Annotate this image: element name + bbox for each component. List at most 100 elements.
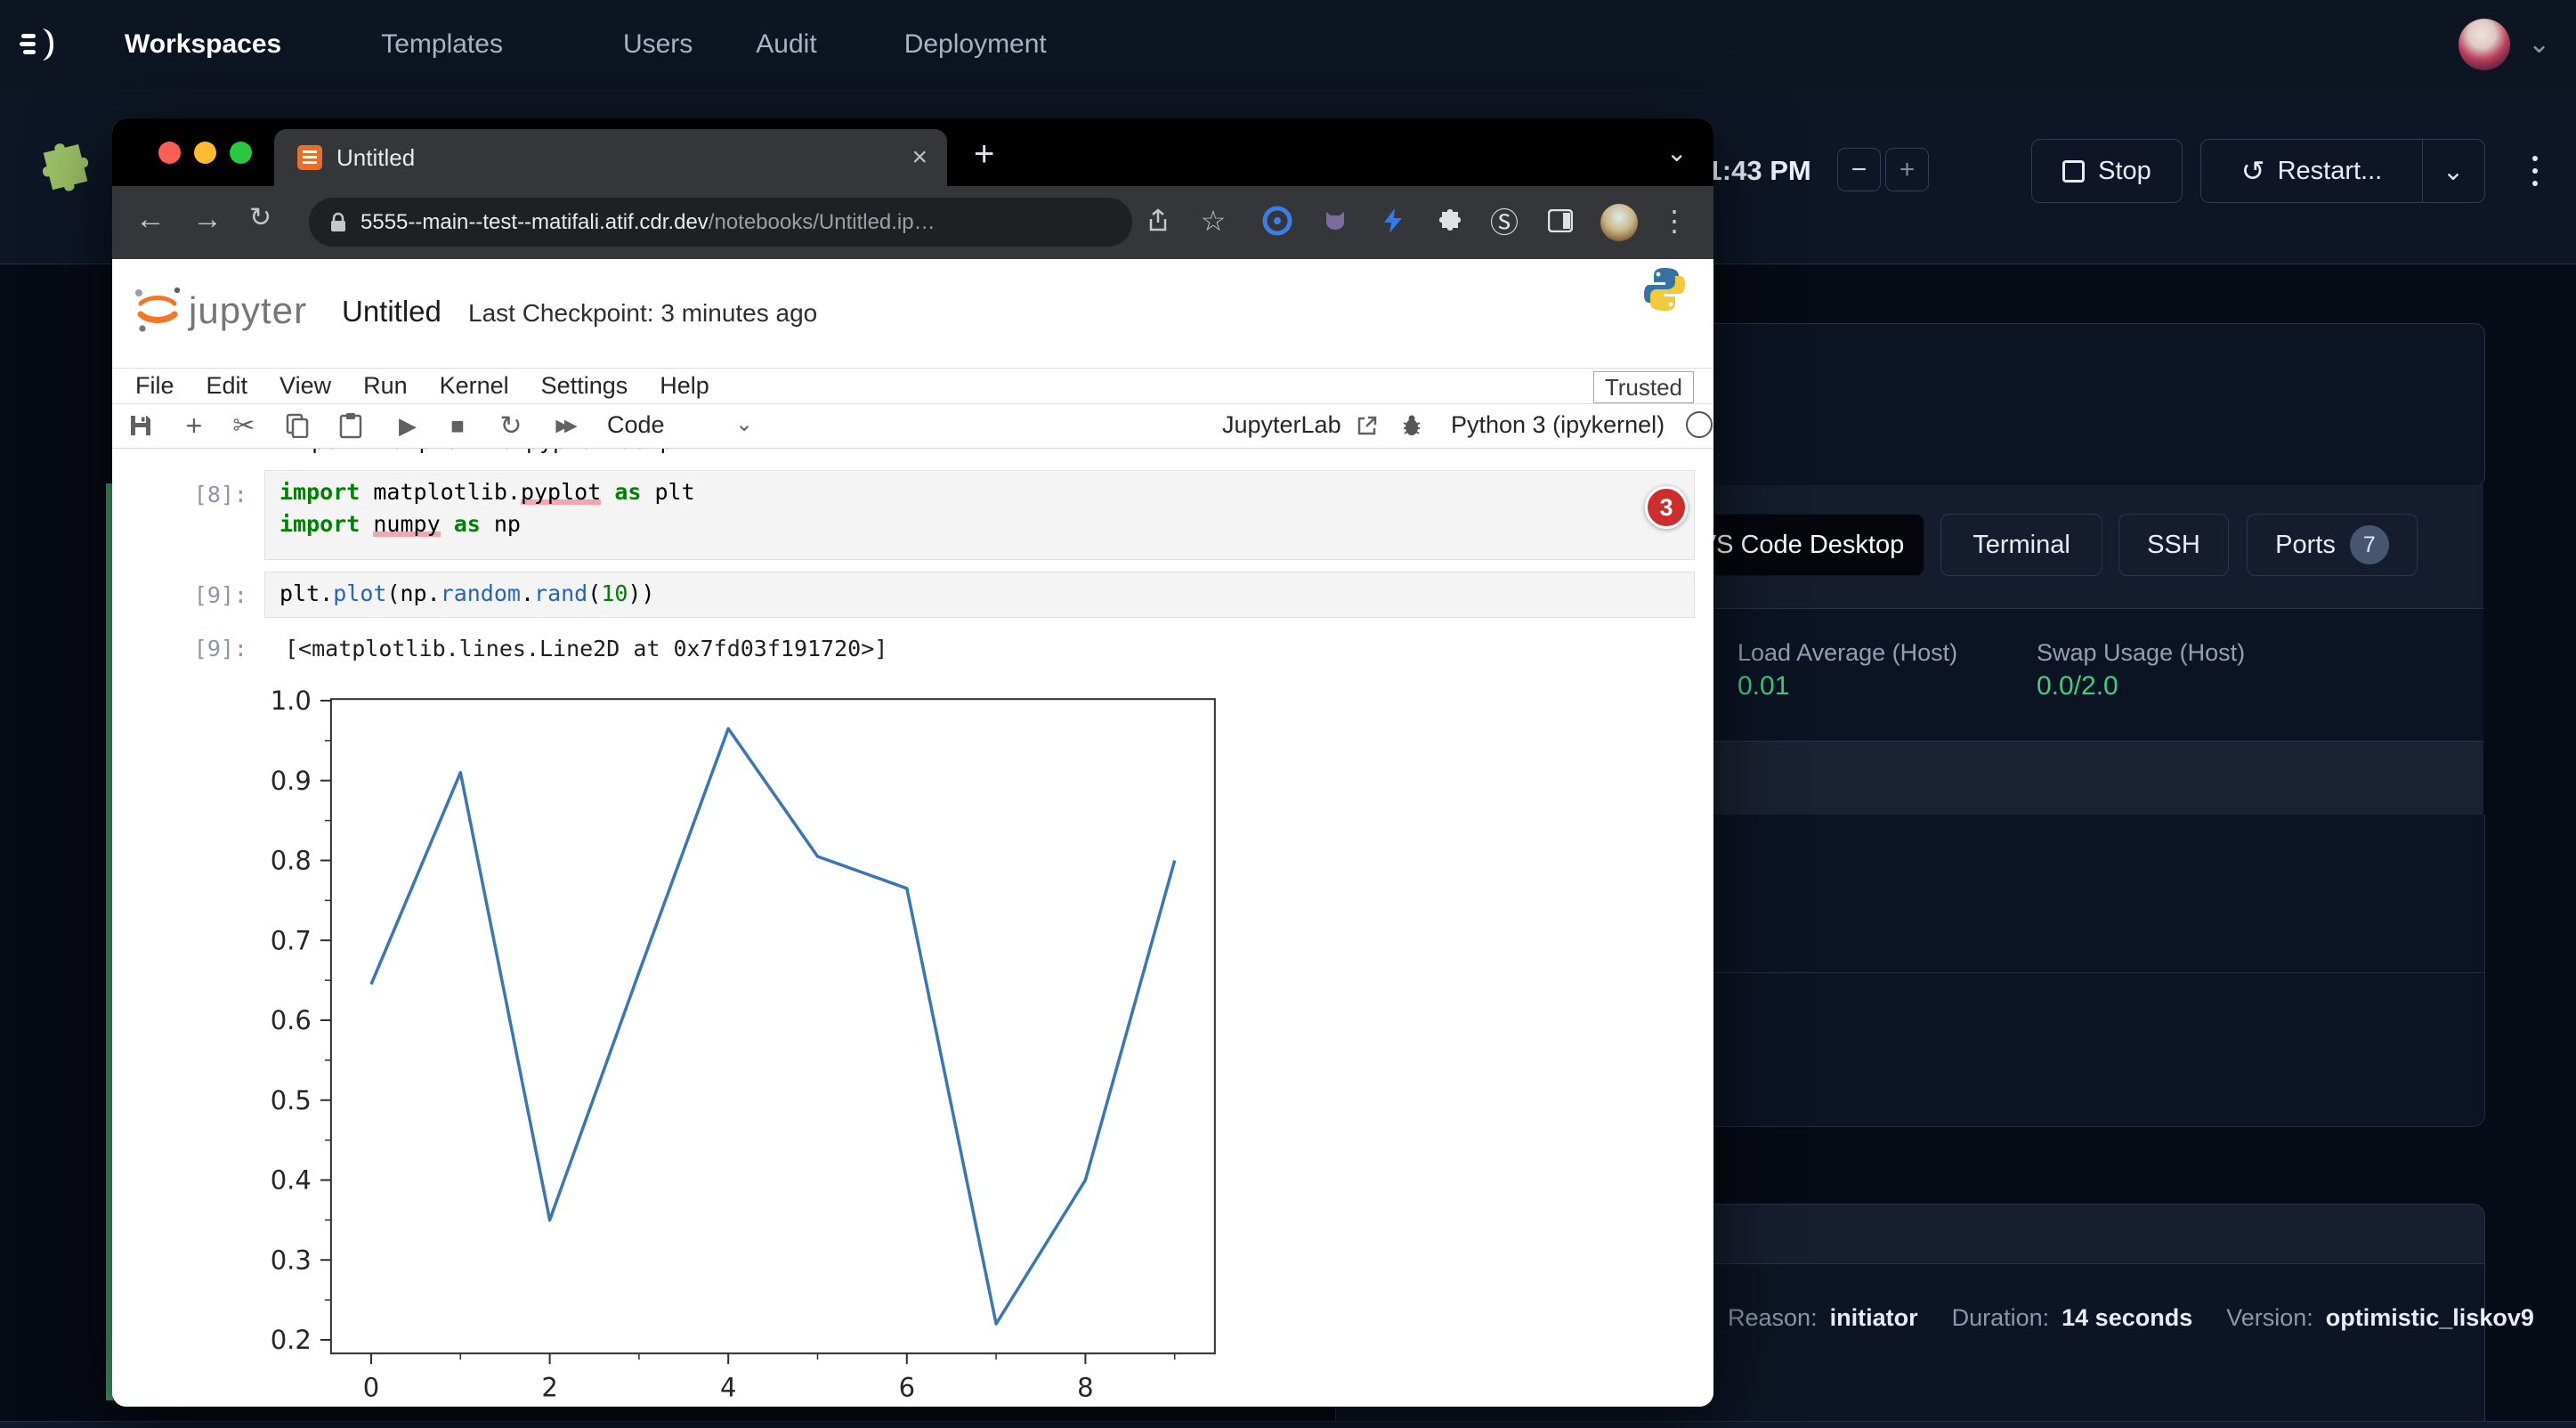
build-version: optimistic_liskov9	[2326, 1304, 2534, 1332]
restart-run-all-button[interactable]: ▶▶	[547, 408, 582, 443]
jupyter-toolbar: + ✂ ▶ ■ ↻ ▶▶ Code ⌄ JupyterLab	[112, 404, 1713, 449]
notebook-area: import matplotlib.pyplot as plt [8]: imp…	[112, 449, 1713, 1407]
clipped-code-line: import matplotlib.pyplot as plt	[285, 449, 701, 458]
share-icon[interactable]	[1141, 204, 1175, 238]
menu-help[interactable]: Help	[660, 372, 709, 400]
session-extension-icon[interactable]: Ⓢ	[1487, 204, 1521, 238]
app-button-vs-code-desktop[interactable]: VS Code Desktop	[1679, 514, 1924, 576]
svg-text:2: 2	[541, 1372, 557, 1402]
matplotlib-figure: 0.20.30.40.50.60.70.80.91.002468	[260, 685, 1248, 1407]
nav-item-templates[interactable]: Templates	[381, 29, 503, 60]
close-tab-icon[interactable]: ×	[911, 142, 928, 173]
interrupt-kernel-button[interactable]: ■	[440, 408, 475, 443]
svg-text:0.4: 0.4	[271, 1165, 312, 1196]
cut-cells-button[interactable]: ✂	[226, 408, 262, 443]
debugger-bug-icon[interactable]	[1394, 408, 1430, 443]
menu-kernel[interactable]: Kernel	[440, 372, 509, 400]
nav-item-audit[interactable]: Audit	[756, 29, 816, 60]
paste-cells-button[interactable]	[333, 408, 369, 443]
minimize-window-button[interactable]	[194, 142, 216, 164]
jupyter-notebook-page: jupyter Untitled Last Checkpoint: 3 minu…	[112, 259, 1713, 1407]
reload-button[interactable]: ↻	[249, 202, 271, 233]
jupyter-menubar: File Edit View Run Kernel Settings Help	[112, 368, 1713, 404]
nav-item-deployment[interactable]: Deployment	[904, 29, 1047, 60]
restart-kernel-button[interactable]: ↻	[493, 408, 529, 443]
onepassword-extension-icon[interactable]	[1260, 204, 1294, 238]
copy-cells-button[interactable]	[279, 408, 315, 443]
restart-dropdown-button[interactable]: ⌄	[2422, 140, 2484, 202]
cell-type-chevron-icon[interactable]: ⌄	[735, 411, 753, 437]
notebook-title[interactable]: Untitled	[342, 295, 441, 329]
notification-badge[interactable]: 3	[1645, 486, 1688, 529]
svg-text:0.6: 0.6	[271, 1005, 312, 1035]
maximize-window-button[interactable]	[230, 142, 252, 164]
svg-text:1.0: 1.0	[271, 686, 312, 716]
code-cell-8[interactable]: import matplotlib.pyplot as plt import n…	[264, 470, 1695, 560]
address-bar[interactable]: 5555--main--test--matifali.atif.cdr.dev/…	[309, 198, 1132, 247]
tab-title: Untitled	[336, 144, 415, 172]
jupyter-brand: jupyter	[189, 289, 307, 332]
checkpoint-status: Last Checkpoint: 3 minutes ago	[468, 299, 817, 328]
zoom-out-button[interactable]: −	[1837, 148, 1881, 191]
stat-value: 0.01	[1738, 671, 1789, 702]
menu-run[interactable]: Run	[363, 372, 408, 400]
user-avatar[interactable]	[2459, 19, 2510, 70]
trusted-button[interactable]: Trusted	[1593, 371, 1694, 403]
coder-logo-icon[interactable]	[18, 23, 61, 66]
back-button[interactable]: ←	[135, 202, 166, 237]
restart-icon: ↺	[2241, 154, 2265, 188]
menu-settings[interactable]: Settings	[541, 372, 628, 400]
app-button-ssh[interactable]: SSH	[2118, 514, 2229, 576]
notebook-favicon	[297, 145, 322, 170]
code-cell-9[interactable]: plt.plot(np.random.rand(10))	[264, 572, 1695, 618]
app-button-ports[interactable]: Ports7	[2247, 514, 2418, 576]
zoom-in-button[interactable]: +	[1885, 148, 1929, 191]
cat-extension-icon[interactable]	[1318, 204, 1352, 238]
side-panel-icon[interactable]	[1543, 204, 1577, 238]
cell-prompt: [9]:	[148, 580, 247, 612]
jupyter-header: jupyter Untitled Last Checkpoint: 3 minu…	[112, 259, 1713, 369]
browser-profile-avatar[interactable]	[1600, 204, 1638, 241]
stop-icon	[2062, 160, 2085, 183]
cell-prompt: [8]:	[148, 479, 247, 511]
app-button-terminal[interactable]: Terminal	[1940, 514, 2102, 576]
output-text: [<matplotlib.lines.Line2D at 0x7fd03f191…	[285, 633, 887, 665]
browser-tab[interactable]: Untitled ×	[274, 129, 947, 186]
bookmark-star-icon[interactable]: ☆	[1196, 204, 1230, 238]
browser-window: Untitled × + ⌄ ← → ↻ 5555--main--test--m…	[112, 118, 1713, 1407]
more-options-button[interactable]	[2517, 146, 2553, 196]
stop-button[interactable]: Stop	[2031, 139, 2183, 203]
open-jupyterlab-link[interactable]: JupyterLab	[1222, 411, 1341, 439]
build-info: Reason:initiator Duration:14 seconds Ver…	[1728, 1304, 2534, 1332]
panel-edge	[0, 1422, 2576, 1428]
forward-button[interactable]: →	[192, 202, 223, 237]
run-cell-button[interactable]: ▶	[390, 408, 425, 443]
python-logo	[1642, 266, 1687, 312]
desktop: WorkspacesTemplatesUsersAuditDeployment …	[0, 0, 2576, 1428]
build-duration: 14 seconds	[2062, 1304, 2192, 1332]
browser-menu-icon[interactable]: ⋮	[1657, 204, 1691, 238]
menu-file[interactable]: File	[135, 372, 174, 400]
restart-split-button[interactable]: ↺ Restart... ⌄	[2200, 139, 2485, 203]
nav-item-workspaces[interactable]: Workspaces	[125, 29, 281, 60]
tab-overflow-chevron-icon[interactable]: ⌄	[1666, 138, 1687, 167]
close-window-button[interactable]	[158, 142, 181, 164]
menu-view[interactable]: View	[279, 372, 331, 400]
extensions-puzzle-icon[interactable]	[1431, 204, 1465, 238]
svg-text:0.9: 0.9	[271, 766, 312, 796]
add-cell-button[interactable]: +	[176, 408, 212, 443]
svg-text:0.5: 0.5	[271, 1085, 312, 1116]
stat-label: Swap Usage (Host)	[2037, 639, 2245, 667]
restart-button[interactable]: ↺ Restart...	[2202, 140, 2422, 202]
external-link-icon[interactable]	[1349, 408, 1385, 443]
chevron-down-icon[interactable]: ⌄	[2528, 28, 2550, 60]
save-button[interactable]	[123, 408, 158, 443]
new-tab-button[interactable]: +	[974, 134, 994, 174]
svg-text:6: 6	[899, 1372, 915, 1402]
nav-item-users[interactable]: Users	[623, 29, 693, 60]
kernel-name[interactable]: Python 3 (ipykernel)	[1451, 411, 1665, 439]
bolt-extension-icon[interactable]	[1376, 204, 1410, 238]
svg-text:0.3: 0.3	[271, 1245, 312, 1275]
cell-type-select[interactable]: Code	[607, 411, 665, 439]
menu-edit[interactable]: Edit	[207, 372, 248, 400]
